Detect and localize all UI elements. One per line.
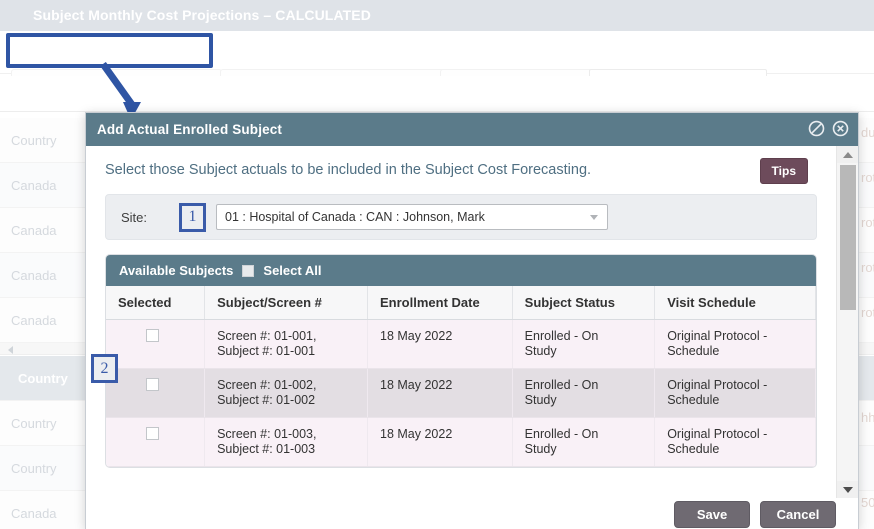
background-grid-cell: Country	[11, 461, 57, 476]
site-dropdown[interactable]: 01 : Hospital of Canada : CAN : Johnson,…	[216, 204, 608, 230]
dialog-content: Select those Subject actuals to be inclu…	[86, 146, 836, 498]
app-window: Subject Monthly Cost Projections – CALCU…	[0, 0, 874, 529]
scrollbar-thumb[interactable]	[840, 165, 856, 310]
cell-enrollment-date: 18 May 2022	[367, 319, 513, 369]
caret-up-icon	[843, 151, 853, 158]
cell-selected	[106, 368, 206, 418]
background-grid-cell: Country	[18, 371, 68, 386]
scroll-up-button[interactable]	[837, 146, 858, 163]
app-titlebar: Subject Monthly Cost Projections – CALCU…	[0, 0, 874, 31]
background-text-fragment: hh	[861, 410, 874, 425]
background-grid-cell: Canada	[11, 178, 57, 193]
cell-visit-schedule: Original Protocol - Schedule	[654, 417, 816, 467]
cell-subject-screen: Screen #: 01-001, Subject #: 01-001	[204, 319, 368, 369]
cell-selected	[106, 319, 206, 369]
dialog-footer: Save Cancel	[86, 498, 858, 529]
subjects-table-column-header: Subject Status	[512, 286, 656, 320]
background-grid-cell: Country	[11, 133, 57, 148]
background-text-fragment: rot	[861, 305, 874, 320]
subjects-table-header-row: Selected Subject/Screen # Enrollment Date S…	[106, 286, 816, 320]
background-text-fragment: rot	[861, 260, 874, 275]
cancel-button[interactable]: Cancel	[760, 500, 836, 528]
background-text-fragment: rot	[861, 170, 874, 185]
subjects-table-body: Screen #: 01-001, Subject #: 01-001 18 May…	[106, 319, 816, 467]
background-text-fragment: rot	[861, 215, 874, 230]
cell-visit-schedule: Original Protocol - Schedule	[654, 319, 816, 369]
site-label: Site:	[121, 209, 148, 225]
dialog-title-actions	[808, 120, 849, 137]
background-grid-cell: Canada	[11, 223, 57, 238]
available-subjects-title: Available Subjects	[119, 263, 234, 278]
row-select-checkbox[interactable]	[146, 378, 159, 391]
callout-badge-2: 2	[91, 354, 118, 383]
caret-down-icon	[843, 486, 853, 493]
cell-subject-screen: Screen #: 01-002, Subject #: 01-002	[204, 368, 368, 418]
subjects-table-column-header: Selected	[106, 286, 206, 320]
site-selector-panel: Site: 1 01 : Hospital of Canada : CAN : …	[105, 194, 817, 240]
dialog-intro-row: Select those Subject actuals to be inclu…	[86, 146, 836, 194]
subjects-table: Selected Subject/Screen # Enrollment Date S…	[106, 286, 816, 467]
select-all-label: Select All	[263, 263, 322, 278]
caret-left-icon	[8, 346, 13, 354]
background-text-fragment: du	[861, 125, 874, 140]
dialog-scrollbar[interactable]	[836, 146, 858, 498]
cell-subject-status: Enrolled - On Study	[512, 368, 656, 418]
cell-subject-status: Enrolled - On Study	[512, 417, 656, 467]
cell-subject-screen: Screen #: 01-003, Subject #: 01-003	[204, 417, 368, 467]
close-circle-icon[interactable]	[832, 120, 849, 137]
table-row[interactable]: Screen #: 01-003, Subject #: 01-003 18 May…	[106, 417, 816, 467]
available-subjects-panel: Available Subjects Select All Selected Su…	[105, 254, 817, 468]
page-title: Subject Monthly Cost Projections – CALCU…	[33, 7, 371, 23]
row-select-checkbox[interactable]	[146, 329, 159, 342]
cell-enrollment-date: 18 May 2022	[367, 368, 513, 418]
available-subjects-header: Available Subjects Select All	[106, 255, 816, 286]
callout-badge-1: 1	[179, 202, 206, 232]
cell-subject-status: Enrolled - On Study	[512, 319, 656, 369]
background-text-fragment: 50	[861, 495, 874, 510]
background-grid-cell: Canada	[11, 268, 57, 283]
dialog-body: Select those Subject actuals to be inclu…	[86, 146, 858, 498]
block-circle-icon[interactable]	[808, 120, 825, 137]
add-actual-enrolled-subject-dialog: Add Actual Enrolled Subject Select those…	[85, 112, 859, 529]
scroll-down-button[interactable]	[837, 481, 858, 498]
subjects-table-column-header: Subject/Screen #	[204, 286, 368, 320]
subjects-table-column-header: Visit Schedule	[654, 286, 816, 320]
callout-badge-2-wrapper: 2	[91, 354, 118, 383]
cell-enrollment-date: 18 May 2022	[367, 417, 513, 467]
table-row[interactable]: Screen #: 01-001, Subject #: 01-001 18 May…	[106, 319, 816, 369]
chevron-down-icon	[590, 215, 598, 220]
dialog-titlebar: Add Actual Enrolled Subject	[86, 113, 858, 146]
select-all-checkbox[interactable]	[242, 264, 255, 277]
tips-button[interactable]: Tips	[759, 158, 808, 184]
site-dropdown-value: 01 : Hospital of Canada : CAN : Johnson,…	[225, 210, 485, 224]
dialog-title: Add Actual Enrolled Subject	[97, 122, 283, 137]
save-button[interactable]: Save	[674, 500, 750, 528]
cell-selected	[106, 417, 206, 467]
table-row[interactable]: Screen #: 01-002, Subject #: 01-002 18 May…	[106, 368, 816, 418]
background-grid-cell: Country	[11, 416, 57, 431]
subjects-table-column-header: Enrollment Date	[367, 286, 513, 320]
row-select-checkbox[interactable]	[146, 427, 159, 440]
dialog-intro-text: Select those Subject actuals to be inclu…	[105, 162, 592, 178]
cell-visit-schedule: Original Protocol - Schedule	[654, 368, 816, 418]
background-grid-cell: Canada	[11, 506, 57, 521]
background-grid-cell: Canada	[11, 313, 57, 328]
